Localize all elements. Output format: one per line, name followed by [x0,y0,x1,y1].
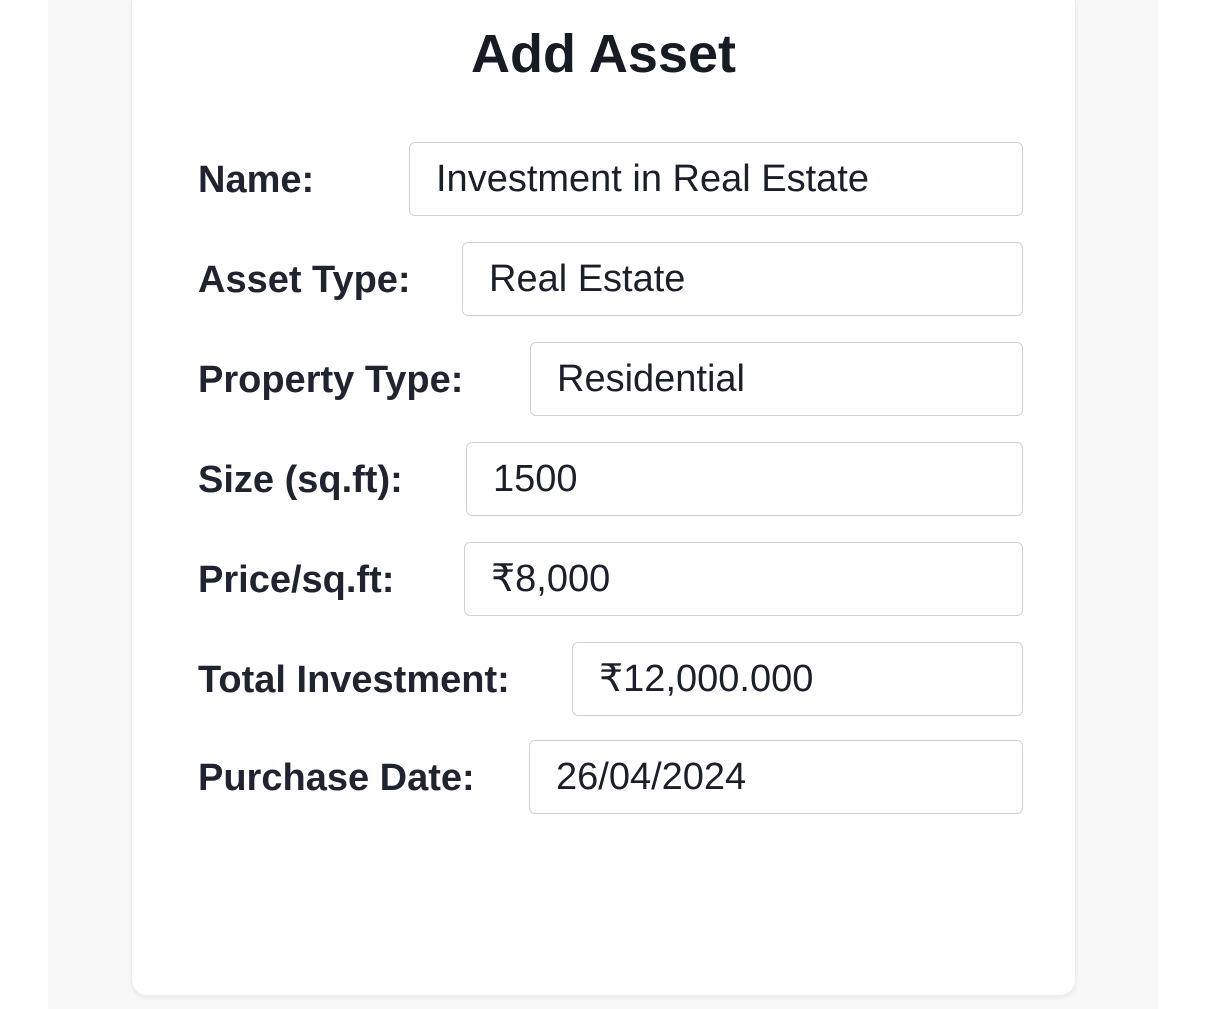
asset-type-row: Asset Type: [198,242,1023,318]
asset-type-input[interactable] [462,242,1023,316]
asset-type-label: Asset Type: [198,259,411,301]
property-type-row: Property Type: [198,342,1023,418]
total-investment-row: Total Investment: [198,642,1023,718]
size-row: Size (sq.ft): [198,442,1023,518]
name-label: Name: [198,159,315,201]
purchase-date-input[interactable] [529,740,1023,814]
size-input[interactable] [466,442,1023,516]
purchase-date-row: Purchase Date: [198,740,1023,816]
price-per-sqft-label: Price/sq.ft: [198,559,395,601]
property-type-label: Property Type: [198,359,464,401]
name-row: Name: [198,142,1023,218]
price-per-sqft-input[interactable] [464,542,1023,616]
property-type-input[interactable] [530,342,1023,416]
size-label: Size (sq.ft): [198,459,403,501]
total-investment-label: Total Investment: [198,659,510,701]
page-title: Add Asset [470,24,737,84]
price-per-sqft-row: Price/sq.ft: [198,542,1023,618]
total-investment-input[interactable] [572,642,1023,716]
purchase-date-label: Purchase Date: [198,757,475,799]
name-input[interactable] [409,142,1023,216]
add-asset-card: Add Asset Name: Asset Type: Property Typ… [131,0,1076,996]
